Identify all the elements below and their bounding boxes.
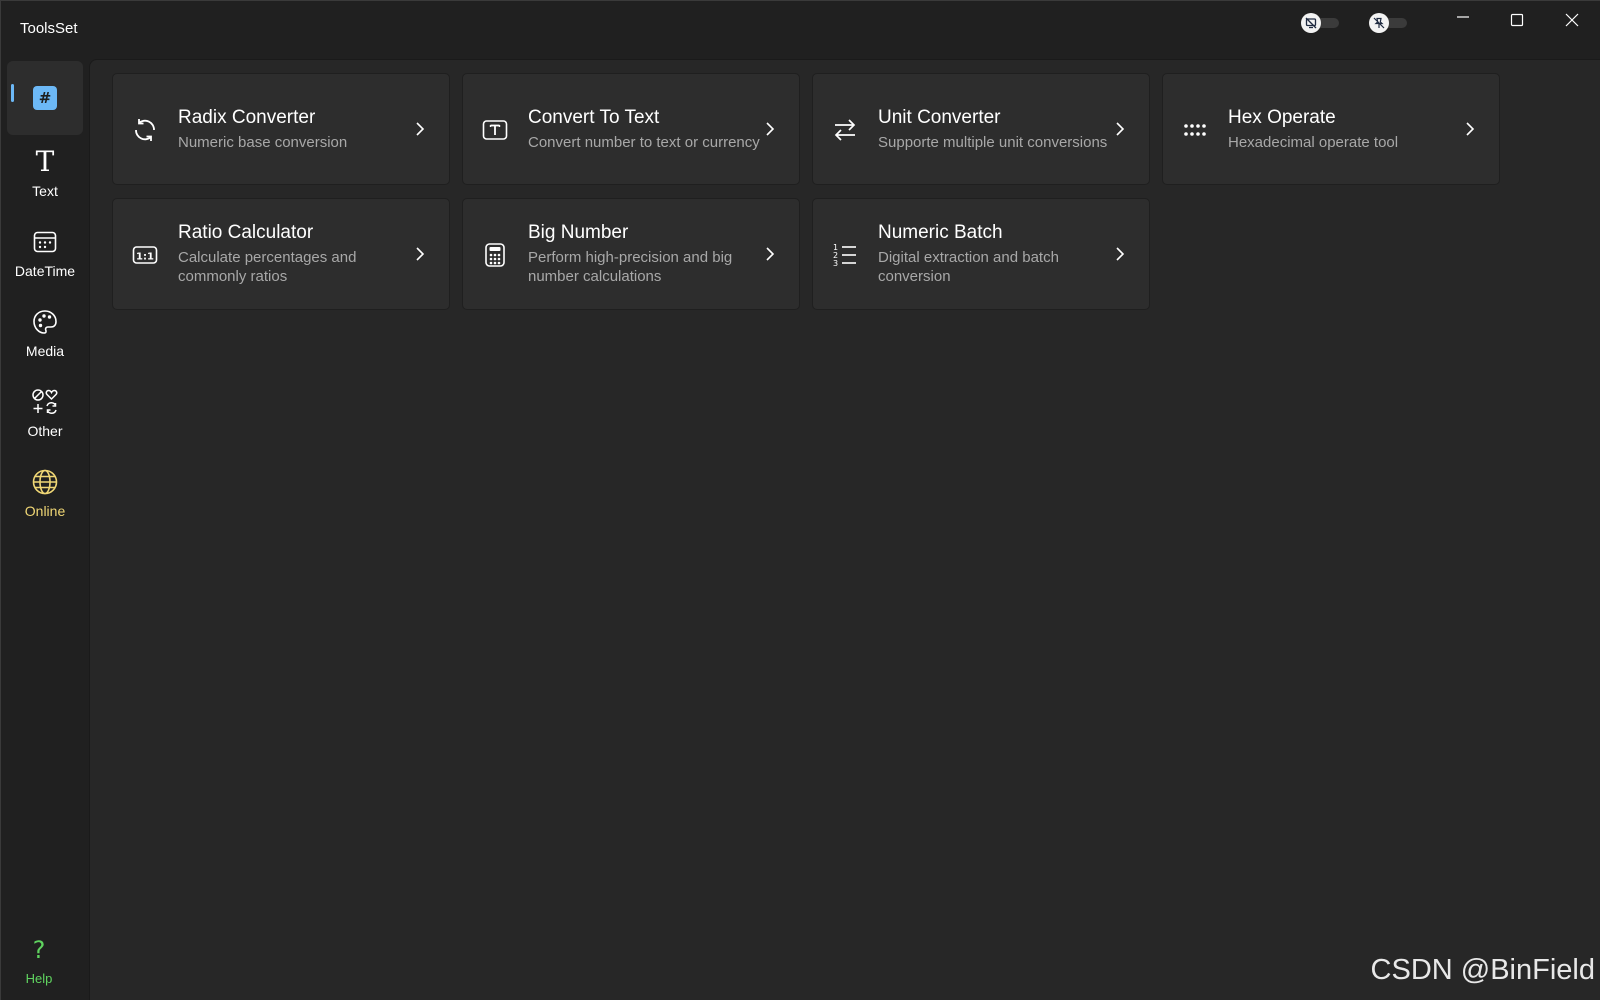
chevron-right-icon xyxy=(766,247,775,261)
svg-text:1:1: 1:1 xyxy=(136,252,154,263)
sidebar-item-label: Other xyxy=(27,423,63,439)
minimize-icon xyxy=(1457,16,1469,18)
card-title: Numeric Batch xyxy=(878,222,1003,243)
globe-icon xyxy=(30,467,60,497)
sidebar: # T Text DateTime Media Other Online ? H… xyxy=(1,59,89,1000)
card-title: Radix Converter xyxy=(178,106,316,128)
card-title: Convert To Text xyxy=(528,106,660,128)
shapes-icon xyxy=(30,387,60,417)
card-title: Hex Operate xyxy=(1228,106,1336,128)
card-description: Supporte multiple unit conversions xyxy=(878,133,1108,151)
card-title: Unit Converter xyxy=(878,106,1001,128)
tool-card-radix-converter[interactable]: Radix Converter Numeric base conversion xyxy=(112,73,450,185)
question-icon: ? xyxy=(32,936,46,964)
calculator-icon xyxy=(481,241,509,269)
numbered-list-icon: 123 xyxy=(831,241,859,269)
tool-card-ratio-calculator[interactable]: 1:1 Ratio Calculator Calculate percentag… xyxy=(112,198,450,310)
text-icon: T xyxy=(35,145,55,178)
tool-card-unit-converter[interactable]: Unit Converter Supporte multiple unit co… xyxy=(812,73,1150,185)
sidebar-item-number[interactable]: # xyxy=(7,61,83,135)
card-description: Digital extraction and batch conversion xyxy=(878,249,1059,285)
card-description: Hexadecimal operate tool xyxy=(1228,133,1399,151)
sidebar-item-media[interactable]: Media xyxy=(7,301,83,375)
sidebar-item-text[interactable]: T Text xyxy=(7,141,83,215)
card-description: Numeric base conversion xyxy=(178,133,348,151)
chevron-right-icon xyxy=(766,122,775,136)
main-content: Radix Converter Numeric base conversion … xyxy=(89,59,1600,1000)
maximize-button[interactable] xyxy=(1490,1,1544,39)
chevron-right-icon xyxy=(1116,122,1125,136)
selection-indicator xyxy=(11,84,14,102)
close-icon xyxy=(1565,13,1579,27)
card-description: Perform high-precision and big number ca… xyxy=(528,249,733,285)
pin-top-toggle[interactable] xyxy=(1369,12,1409,34)
card-description: Calculate percentages and commonly ratio… xyxy=(178,249,357,285)
chevron-right-icon xyxy=(1116,247,1125,261)
sidebar-item-other[interactable]: Other xyxy=(7,381,83,455)
chevron-right-icon xyxy=(1466,122,1475,136)
sidebar-item-label: Media xyxy=(25,343,65,359)
tool-card-convert-to-text[interactable]: Convert To Text Convert number to text o… xyxy=(462,73,800,185)
tool-card-big-number[interactable]: Big Number Perform high-precision and bi… xyxy=(462,198,800,310)
swap-arrows-icon xyxy=(831,116,859,144)
svg-text:3: 3 xyxy=(833,259,838,268)
chevron-right-icon xyxy=(416,122,425,136)
sidebar-item-datetime[interactable]: DateTime xyxy=(7,221,83,295)
sidebar-item-help[interactable]: ? Help xyxy=(1,929,77,999)
pin-off-icon xyxy=(1369,13,1389,33)
minimize-button[interactable] xyxy=(1436,1,1490,39)
ratio-icon: 1:1 xyxy=(131,241,159,269)
monitor-off-icon xyxy=(1301,13,1321,33)
card-description: Convert number to text or currency xyxy=(528,133,760,151)
card-title: Ratio Calculator xyxy=(178,222,314,243)
dots-grid-icon xyxy=(1181,116,1209,144)
title-bar: ToolsSet xyxy=(1,1,1600,59)
watermark: CSDN @BinField xyxy=(1370,954,1595,986)
tool-card-numeric-batch[interactable]: 123 Numeric Batch Digital extraction and… xyxy=(812,198,1150,310)
close-button[interactable] xyxy=(1545,1,1599,39)
calendar-icon xyxy=(30,227,60,257)
hash-icon: # xyxy=(33,86,57,110)
card-title: Big Number xyxy=(528,222,629,243)
sidebar-item-label: Online xyxy=(24,503,66,519)
hide-desktop-toggle[interactable] xyxy=(1301,12,1341,34)
maximize-icon xyxy=(1510,13,1524,27)
refresh-icon xyxy=(131,116,159,144)
app-window: ToolsSet # T Text DateTime Media Other O… xyxy=(0,0,1600,1000)
text-box-icon xyxy=(481,116,509,144)
app-title: ToolsSet xyxy=(20,20,78,37)
sidebar-item-label: Text xyxy=(32,183,58,199)
sidebar-item-label: DateTime xyxy=(14,263,76,279)
tool-card-hex-operate[interactable]: Hex Operate Hexadecimal operate tool xyxy=(1162,73,1500,185)
sidebar-item-online[interactable]: Online xyxy=(7,461,83,535)
chevron-right-icon xyxy=(416,247,425,261)
palette-icon xyxy=(30,307,60,337)
sidebar-item-label: Help xyxy=(25,971,53,986)
